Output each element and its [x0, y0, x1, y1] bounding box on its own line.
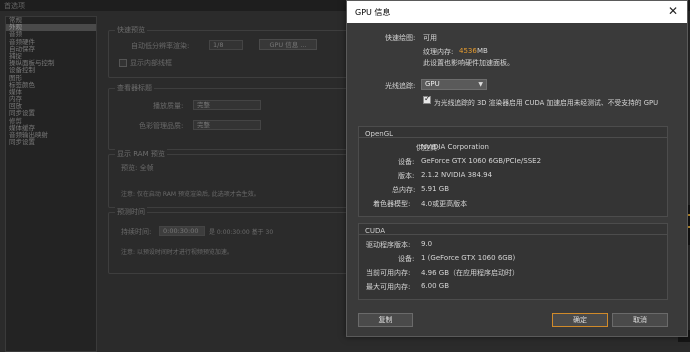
group-title: 预测时间 [115, 207, 147, 217]
wireframe-checkbox[interactable] [119, 59, 127, 67]
duration-extra: 是 0:00:30:00 基于 30 [209, 229, 274, 236]
viewer-group: 查看器标题 播放质量: 完整 色彩管理品质: 完整 [108, 83, 350, 150]
version-label: 版本: [398, 172, 415, 180]
render-value: 可用 [423, 34, 437, 42]
timecode-note: 注意: 以预设时间时才进行视频预览加速。 [121, 249, 233, 256]
group-title: 快速预览 [115, 25, 147, 35]
playback-quality-dropdown[interactable]: 完整 [193, 100, 261, 110]
texture-note: 此设置也影响硬件加速面板。 [423, 59, 514, 67]
cancel-button[interactable]: 取消 [612, 313, 668, 327]
max-memory-value: 6.00 GB [421, 282, 450, 290]
timecode-group: 预测时间 持续时间: 0:00:30:00 是 0:00:30:00 基于 30… [108, 207, 350, 274]
raytrace-value: GPU [425, 80, 440, 88]
ok-button[interactable]: 确定 [552, 313, 608, 327]
render-label: 快速绘图: [385, 34, 416, 42]
chevron-down-icon: ▼ [478, 81, 483, 88]
ram-preview-group: 显示 RAM 预览 预览: 全帧 注意: 仅在启动 RAM 预览渲染后, 此选项… [108, 149, 350, 208]
preferences-sidebar: 常规 外观 音频 音频硬件 自动保存 捕捉 操纵面板与控制 设备控制 图形 标签颜色 媒体 内存 回放同… [5, 16, 97, 352]
version-value: 2.1.2 NVIDIA 384.94 [421, 171, 493, 179]
quality-label: 自动低分辨率渲染: [131, 42, 190, 50]
duration-label: 持续时间: [121, 228, 152, 236]
driver-version-value: 9.0 [421, 240, 433, 248]
dialog-title: GPU 信息 [355, 8, 391, 17]
raytrace-dropdown[interactable]: GPU ▼ [421, 79, 487, 90]
group-title: 显示 RAM 预览 [115, 149, 167, 159]
ram-preview-note: 注意: 仅在启动 RAM 预览渲染后, 此选项才会生效。 [121, 191, 260, 198]
cuda-checkbox[interactable] [423, 94, 431, 104]
cuda-checkbox-label: 为光线追踪的 3D 渲染器启用 CUDA 加速启用未经测试、不受支持的 GPU [434, 99, 659, 107]
device-value: GeForce GTX 1060 6GB/PCIe/SSE2 [421, 157, 542, 165]
vendor-value: NVIDIA Corporation [421, 143, 489, 151]
wireframe-label: 显示内部线框 [130, 59, 172, 67]
preferences-main: 快速预览 自动低分辨率渲染: 1/8 GPU 信息 ... 显示内部线框 查看器… [104, 16, 350, 352]
shader-model-value: 4.0或更高版本 [421, 200, 468, 208]
driver-version-label: 驱动程序版本: [366, 241, 411, 249]
copy-button[interactable]: 复制 [358, 313, 413, 327]
available-memory-value: 4.96 GB（在应用程序启动时） [421, 269, 520, 277]
cuda-device-value: 1 (GeForce GTX 1060 6GB) [421, 254, 516, 262]
color-quality-dropdown[interactable]: 完整 [193, 120, 261, 130]
texture-label: 纹理内存: [423, 48, 454, 56]
playback-quality-label: 播放质量: [153, 102, 184, 110]
dialog-titlebar: GPU 信息 ✕ [347, 1, 687, 23]
sidebar-item[interactable]: 同步设置 [6, 138, 96, 146]
device-label: 设备: [398, 158, 415, 166]
available-memory-label: 当前可用内存: [366, 269, 411, 277]
opengl-divider [358, 137, 668, 138]
quick-preview-group: 快速预览 自动低分辨率渲染: 1/8 GPU 信息 ... 显示内部线框 [108, 25, 350, 78]
gpu-info-button[interactable]: GPU 信息 ... [259, 39, 317, 50]
shader-model-label: 着色器模型: [373, 200, 411, 208]
preferences-title: 首选项 [4, 2, 25, 10]
texture-value: 4536 [459, 47, 477, 55]
ram-preview-label: 预览: 全帧 [121, 164, 154, 172]
cuda-device-label: 设备: [398, 255, 415, 263]
color-quality-label: 色彩管理品质: [139, 122, 184, 130]
cuda-divider [358, 234, 668, 235]
close-icon[interactable]: ✕ [668, 4, 678, 18]
total-memory-label: 总内存: [392, 186, 416, 194]
group-title: 查看器标题 [115, 83, 154, 93]
max-memory-label: 最大可用内存: [366, 283, 411, 291]
raytrace-label: 光线追踪: [385, 82, 416, 90]
wireframe-row[interactable]: 显示内部线框 [119, 58, 172, 68]
duration-field[interactable]: 0:00:30:00 [159, 226, 205, 236]
texture-unit: MB [477, 47, 488, 55]
total-memory-value: 5.91 GB [421, 185, 450, 193]
resolution-dropdown[interactable]: 1/8 [209, 40, 243, 50]
